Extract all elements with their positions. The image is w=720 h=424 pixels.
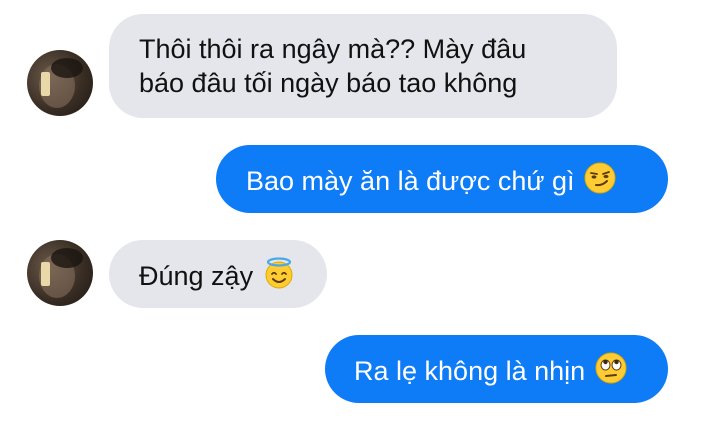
smiling-face-with-halo-emoji-icon [263, 257, 295, 289]
face-with-rolling-eyes-emoji-icon [595, 352, 627, 384]
contact-avatar[interactable] [27, 50, 93, 116]
message-text: Bao mày ăn là được chứ gì [246, 166, 575, 196]
message-bubble-incoming[interactable]: Đúng zậy [109, 240, 327, 308]
message-bubble-incoming[interactable]: Thôi thôi ra ngây mà?? Mày đâu báo đâu t… [109, 14, 617, 118]
message-text: Đúng zậy [139, 261, 254, 291]
contact-avatar[interactable] [27, 240, 93, 306]
message-text-line: Thôi thôi ra ngây mà?? Mày đâu [139, 34, 527, 64]
smirking-face-emoji-icon [584, 162, 616, 194]
message-bubble-outgoing[interactable]: Bao mày ăn là được chứ gì [216, 145, 668, 213]
message-text: Ra lẹ không là nhịn [354, 356, 586, 386]
message-bubble-outgoing[interactable]: Ra lẹ không là nhịn [325, 335, 668, 403]
message-text-line: báo đâu tối ngày báo tao không [139, 68, 518, 98]
